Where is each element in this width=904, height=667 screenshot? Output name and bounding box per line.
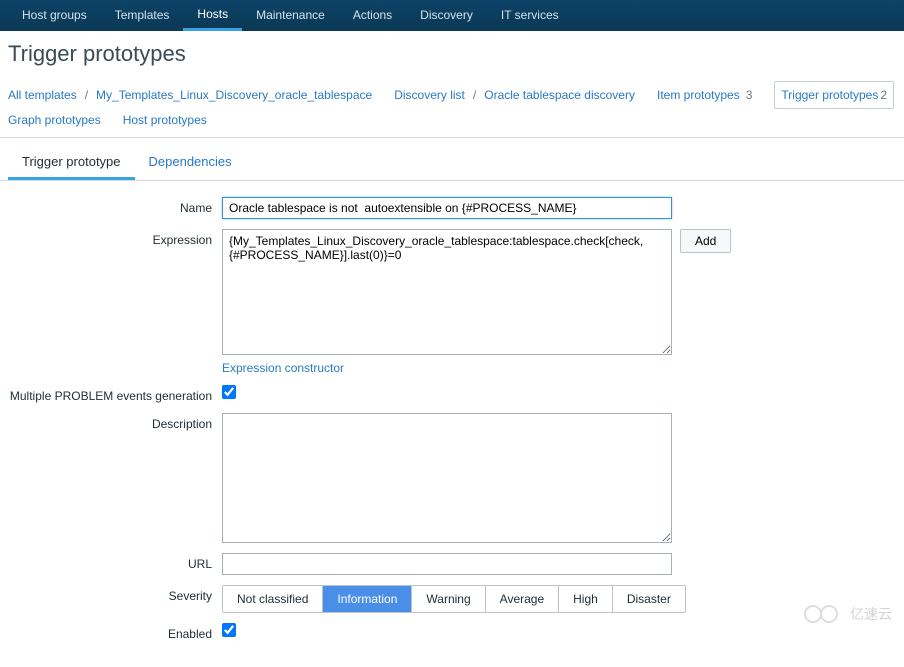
expression-textarea[interactable] xyxy=(222,229,672,355)
breadcrumb-link[interactable]: Trigger prototypes xyxy=(781,84,878,106)
breadcrumb-link[interactable]: Graph prototypes xyxy=(8,109,101,131)
severity-disaster[interactable]: Disaster xyxy=(613,586,685,612)
nav-discovery[interactable]: Discovery xyxy=(406,0,487,31)
breadcrumb-sep: / xyxy=(469,84,480,106)
tab-trigger-prototype[interactable]: Trigger prototype xyxy=(8,146,135,180)
breadcrumb-link[interactable]: My_Templates_Linux_Discovery_oracle_tabl… xyxy=(96,84,372,106)
description-textarea[interactable] xyxy=(222,413,672,543)
form: Name Expression Add Expression construct… xyxy=(0,181,904,667)
count-badge: 3 xyxy=(746,84,753,106)
nav-host-groups[interactable]: Host groups xyxy=(8,0,101,31)
severity-average[interactable]: Average xyxy=(486,586,559,612)
severity-high[interactable]: High xyxy=(559,586,613,612)
expression-constructor-link[interactable]: Expression constructor xyxy=(222,361,344,375)
enabled-checkbox[interactable] xyxy=(222,623,236,637)
nav-hosts[interactable]: Hosts xyxy=(183,0,242,31)
severity-label: Severity xyxy=(0,585,222,603)
breadcrumb: All templates/My_Templates_Linux_Discove… xyxy=(0,81,904,138)
breadcrumb-link[interactable]: All templates xyxy=(8,84,77,106)
nav-maintenance[interactable]: Maintenance xyxy=(242,0,339,31)
severity-information[interactable]: Information xyxy=(323,586,412,612)
nav-actions[interactable]: Actions xyxy=(339,0,406,31)
top-nav: Host groupsTemplatesHostsMaintenanceActi… xyxy=(0,0,904,31)
count-badge: 2 xyxy=(880,84,887,106)
page-title: Trigger prototypes xyxy=(0,31,904,81)
name-input[interactable] xyxy=(222,197,672,219)
breadcrumb-link[interactable]: Oracle tablespace discovery xyxy=(484,84,635,106)
multi-problem-label: Multiple PROBLEM events generation xyxy=(0,385,222,403)
expression-label: Expression xyxy=(0,229,222,247)
severity-group: Not classifiedInformationWarningAverageH… xyxy=(222,585,686,613)
breadcrumb-link[interactable]: Host prototypes xyxy=(123,109,207,131)
severity-not-classified[interactable]: Not classified xyxy=(223,586,323,612)
description-label: Description xyxy=(0,413,222,431)
enabled-label: Enabled xyxy=(0,623,222,641)
name-label: Name xyxy=(0,197,222,215)
breadcrumb-link[interactable]: Item prototypes xyxy=(657,84,740,106)
url-input[interactable] xyxy=(222,553,672,575)
tabs: Trigger prototypeDependencies xyxy=(0,138,904,181)
multi-problem-checkbox[interactable] xyxy=(222,385,236,399)
breadcrumb-link[interactable]: Discovery list xyxy=(394,84,465,106)
severity-warning[interactable]: Warning xyxy=(412,586,485,612)
nav-templates[interactable]: Templates xyxy=(101,0,184,31)
add-button[interactable]: Add xyxy=(680,229,731,253)
url-label: URL xyxy=(0,553,222,571)
tab-dependencies[interactable]: Dependencies xyxy=(135,146,246,180)
breadcrumb-sep: / xyxy=(81,84,92,106)
nav-it-services[interactable]: IT services xyxy=(487,0,573,31)
